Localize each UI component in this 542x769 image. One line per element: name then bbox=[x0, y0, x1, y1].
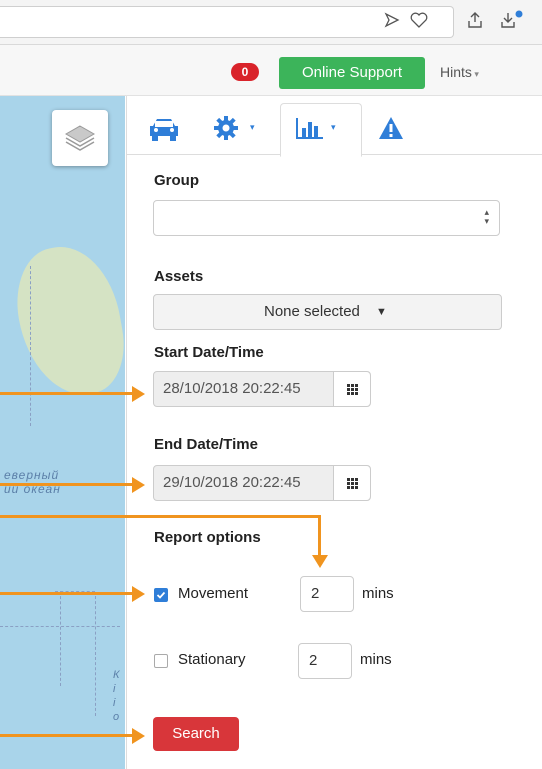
stationary-minutes-input[interactable]: 2 bbox=[298, 643, 352, 679]
stationary-checkbox[interactable] bbox=[154, 654, 168, 668]
map-border-line bbox=[30, 266, 31, 426]
start-date-value: 28/10/2018 20:22:45 bbox=[163, 380, 301, 397]
online-support-button[interactable]: Online Support bbox=[279, 57, 425, 89]
stationary-label: Stationary bbox=[178, 651, 246, 668]
end-date-label: End Date/Time bbox=[154, 436, 258, 453]
map-border-line bbox=[60, 591, 61, 686]
stationary-minutes-value: 2 bbox=[309, 652, 318, 669]
assets-label: Assets bbox=[154, 268, 204, 285]
select-arrows-icon: ▴ ▾ bbox=[484, 207, 489, 226]
report-options-label: Report options bbox=[154, 529, 261, 546]
warning-icon[interactable] bbox=[378, 116, 404, 140]
calendar-grid-icon bbox=[347, 478, 358, 489]
search-button[interactable]: Search bbox=[153, 717, 239, 751]
hints-dropdown[interactable]: Hints ▾ bbox=[440, 64, 479, 80]
end-date-field[interactable]: 29/10/2018 20:22:45 bbox=[153, 465, 371, 501]
movement-minutes-value: 2 bbox=[311, 585, 320, 602]
notification-badge[interactable]: 0 bbox=[231, 63, 259, 81]
caret-down-icon: ▼ bbox=[376, 306, 387, 318]
callout-arrow bbox=[0, 592, 134, 595]
movement-minutes-input[interactable]: 2 bbox=[300, 576, 354, 612]
chevron-down-icon[interactable]: ▾ bbox=[250, 122, 255, 133]
callout-arrowhead bbox=[132, 586, 145, 602]
browser-toolbar bbox=[0, 0, 542, 45]
group-label: Group bbox=[154, 172, 199, 189]
group-select[interactable]: ▴ ▾ bbox=[153, 200, 500, 236]
tab-settings[interactable] bbox=[212, 114, 240, 147]
chevron-down-icon[interactable]: ▾ bbox=[331, 122, 336, 133]
start-date-label: Start Date/Time bbox=[154, 344, 264, 361]
callout-arrowhead bbox=[132, 728, 145, 744]
map-view[interactable]: еверный ий океан К і і о bbox=[0, 96, 125, 769]
callout-arrowhead bbox=[312, 555, 328, 568]
calendar-button[interactable] bbox=[333, 466, 370, 500]
callout-arrow bbox=[0, 515, 321, 518]
movement-checkbox[interactable] bbox=[154, 588, 168, 602]
layers-icon bbox=[64, 125, 96, 151]
map-landmass bbox=[7, 238, 125, 404]
map-border-line bbox=[0, 626, 120, 627]
share-icon[interactable] bbox=[467, 11, 483, 29]
heart-icon[interactable] bbox=[410, 12, 428, 28]
callout-arrow bbox=[0, 392, 134, 395]
map-ocean-label: еверный bbox=[4, 468, 60, 482]
assets-value: None selected bbox=[264, 303, 360, 320]
movement-label: Movement bbox=[178, 585, 249, 602]
layers-button[interactable] bbox=[52, 110, 108, 166]
gear-icon bbox=[214, 116, 238, 140]
hints-label: Hints bbox=[440, 64, 472, 80]
chevron-down-icon: ▾ bbox=[471, 69, 479, 79]
callout-arrowhead bbox=[132, 477, 145, 493]
car-icon[interactable] bbox=[147, 116, 181, 142]
callout-arrow bbox=[0, 483, 134, 486]
stationary-mins-unit: mins bbox=[360, 651, 392, 668]
tab-charts[interactable] bbox=[295, 116, 325, 145]
assets-multiselect[interactable]: None selected ▼ bbox=[153, 294, 502, 330]
download-icon[interactable] bbox=[500, 10, 524, 30]
map-border-line bbox=[95, 596, 96, 716]
check-icon bbox=[156, 591, 166, 599]
calendar-button[interactable] bbox=[333, 372, 370, 406]
send-icon[interactable] bbox=[384, 12, 400, 28]
callout-arrowhead bbox=[132, 386, 145, 402]
callout-arrow bbox=[318, 515, 321, 557]
end-date-value: 29/10/2018 20:22:45 bbox=[163, 474, 301, 491]
calendar-grid-icon bbox=[347, 384, 358, 395]
start-date-field[interactable]: 28/10/2018 20:22:45 bbox=[153, 371, 371, 407]
bar-chart-icon bbox=[296, 118, 323, 139]
map-edge-label: К і і о bbox=[113, 669, 120, 723]
callout-arrow bbox=[0, 734, 134, 737]
movement-mins-unit: mins bbox=[362, 585, 394, 602]
